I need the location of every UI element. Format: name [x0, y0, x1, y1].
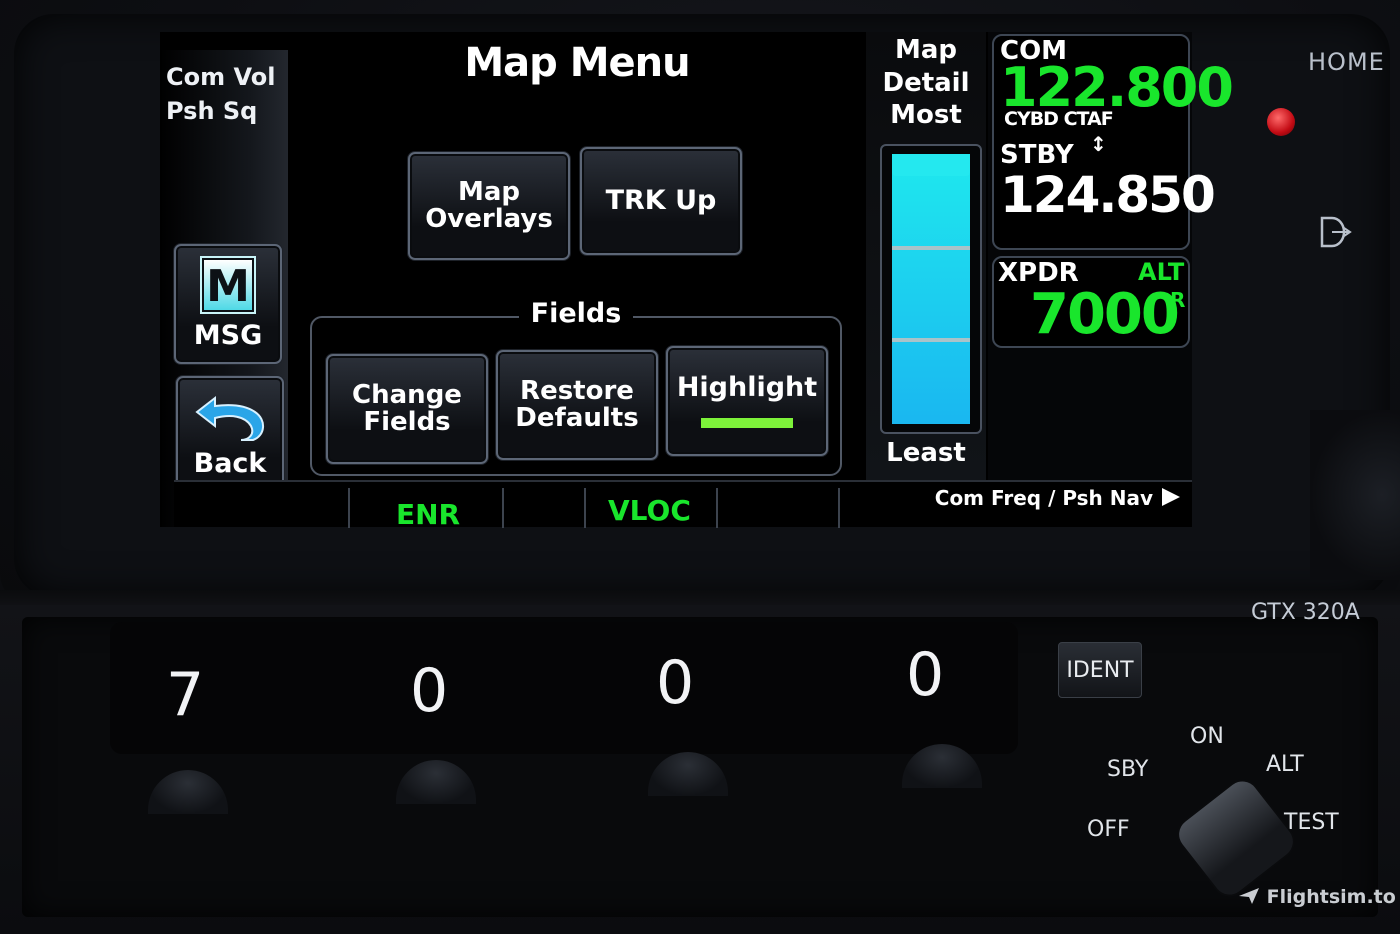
home-indicator-led: [1267, 108, 1295, 136]
map-detail-slider[interactable]: [880, 144, 982, 434]
restore-defaults-button[interactable]: Restore Defaults: [496, 350, 658, 460]
right-concentric-knob[interactable]: [1310, 410, 1400, 580]
com-window[interactable]: COM 122.800 CYBD CTAF ↕ STBY 124.850: [992, 34, 1234, 250]
map-detail-least-label: Least: [886, 438, 966, 468]
map-detail-title: Map Detail: [866, 34, 986, 100]
highlight-active-indicator: [701, 418, 793, 429]
direct-to-icon[interactable]: [1318, 214, 1352, 250]
mode-alt-label: ALT: [1266, 752, 1304, 777]
com-freq-psh-nav-hint: Com Freq / Psh Nav: [935, 486, 1182, 510]
map-detail-panel: Map Detail Most Least: [866, 32, 986, 480]
restore-defaults-label-line2: Defaults: [515, 403, 639, 433]
map-detail-slider-fill: [892, 154, 970, 424]
change-fields-label-line2: Fields: [363, 407, 451, 437]
back-button[interactable]: Back: [176, 376, 284, 494]
com-standby-frequency: 124.850: [1000, 166, 1216, 224]
back-label: Back: [193, 447, 267, 479]
status-divider: [838, 488, 840, 528]
map-detail-title-line1: Map: [894, 35, 958, 65]
transponder-model-label: GTX 320A: [1251, 600, 1360, 625]
squawk-digit-2: 0: [410, 656, 449, 726]
gtn-screen: Com Vol Psh Sq M MSG Back Map Menu Map O…: [160, 32, 1234, 531]
map-overlays-button[interactable]: Map Overlays: [408, 152, 570, 260]
squawk-digit-1: 7: [166, 660, 205, 730]
paper-plane-icon: [1239, 888, 1259, 904]
vloc-indicator: VLOC: [608, 494, 691, 527]
squawk-digit-3: 0: [656, 648, 695, 718]
mode-test-label: TEST: [1284, 810, 1339, 835]
com-vol-label: Com Vol: [166, 63, 276, 91]
radio-panel: COM 122.800 CYBD CTAF ↕ STBY 124.850 XPD…: [988, 32, 1234, 480]
status-divider: [716, 488, 718, 528]
volume-knob-hint: Com Vol Psh Sq: [166, 60, 286, 128]
map-detail-slider-tick: [892, 338, 970, 342]
fields-group-label: Fields: [518, 298, 634, 329]
change-fields-label-line1: Change: [352, 379, 462, 410]
com-nav-label: Com Freq / Psh Nav: [934, 486, 1154, 510]
highlight-label: Highlight: [676, 371, 818, 403]
ident-button[interactable]: IDENT: [1058, 642, 1142, 698]
map-detail-most-label: Most: [890, 100, 962, 130]
status-divider: [348, 488, 350, 528]
mode-sby-label: SBY: [1107, 757, 1149, 782]
map-menu-panel: Map Menu Map Overlays TRK Up Fields Chan…: [288, 40, 866, 495]
trk-up-button[interactable]: TRK Up: [580, 147, 742, 255]
change-fields-button[interactable]: Change Fields: [326, 354, 488, 464]
home-button[interactable]: HOME: [1308, 48, 1385, 76]
status-divider: [584, 488, 586, 528]
xpdr-squawk-code: 7000: [1030, 282, 1180, 347]
play-arrow-icon: [1162, 488, 1180, 506]
back-arrow-icon: [195, 395, 264, 441]
highlight-button[interactable]: Highlight: [666, 346, 828, 456]
enr-indicator: ENR: [396, 498, 461, 531]
psh-sq-label: Psh Sq: [166, 97, 258, 125]
xpdr-reply-indicator: R: [1170, 288, 1186, 312]
map-detail-slider-handle[interactable]: [892, 154, 970, 176]
map-detail-title-line2: Detail: [882, 68, 970, 98]
map-overlays-label-line2: Overlays: [425, 204, 553, 234]
map-detail-slider-tick: [892, 246, 970, 250]
page-title: Map Menu: [464, 40, 690, 86]
msg-button[interactable]: M MSG: [174, 244, 282, 364]
squawk-digit-4: 0: [906, 640, 945, 710]
xpdr-window[interactable]: XPDR ALT 7000 R: [992, 256, 1190, 348]
status-divider: [502, 488, 504, 528]
com-station-id: CYBD CTAF: [1004, 108, 1114, 130]
watermark-text: Flightsim.to: [1266, 886, 1396, 908]
restore-defaults-label-line1: Restore: [520, 375, 634, 406]
squawk-digit-window: [110, 622, 1018, 754]
frequency-swap-icon[interactable]: ↕: [1090, 132, 1107, 156]
message-icon: M: [202, 257, 254, 312]
watermark: Flightsim.to: [1238, 886, 1396, 908]
map-overlays-label-line1: Map: [457, 176, 521, 207]
status-bar: ENR VLOC Com Freq / Psh Nav: [174, 480, 1192, 531]
mode-off-label: OFF: [1087, 817, 1130, 842]
msg-label: MSG: [193, 319, 263, 351]
trk-up-label: TRK Up: [605, 184, 717, 216]
mode-on-label: ON: [1190, 724, 1224, 749]
